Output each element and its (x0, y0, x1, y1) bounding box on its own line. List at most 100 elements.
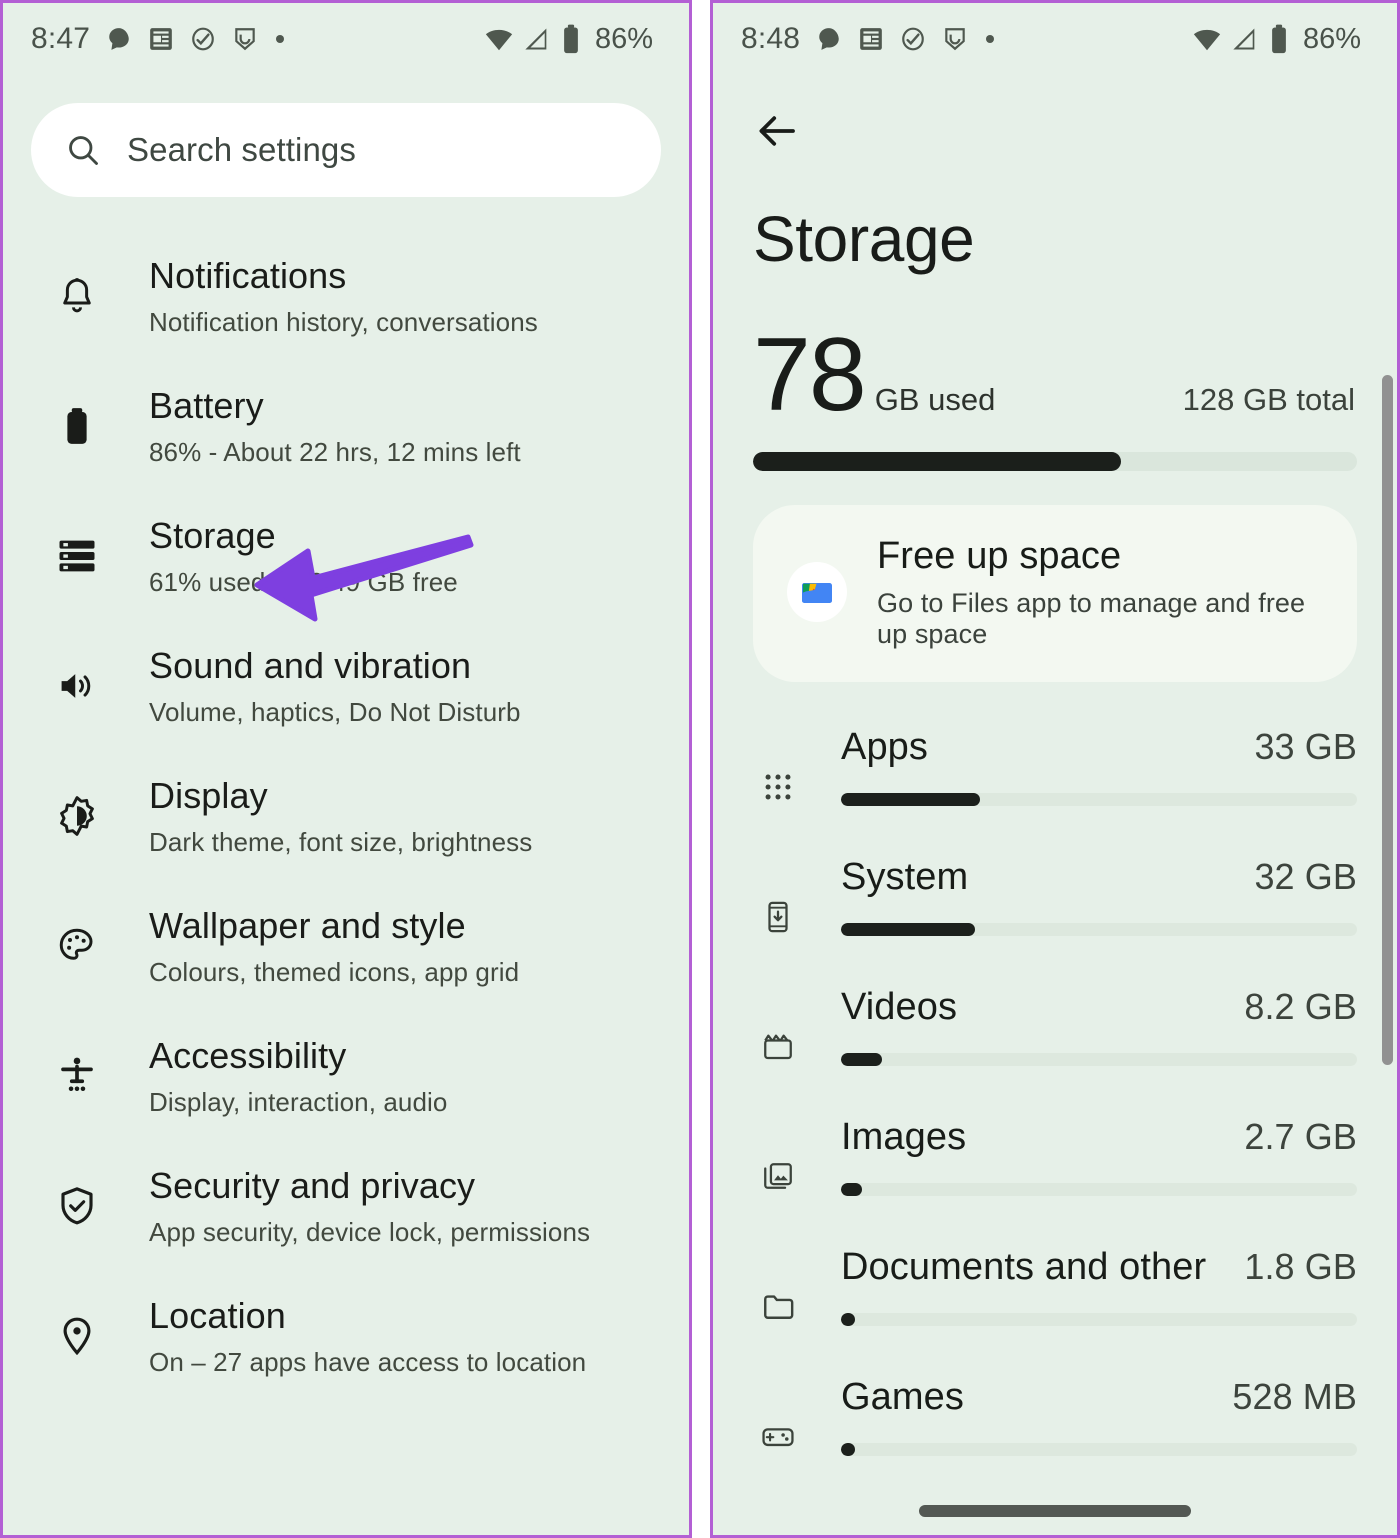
settings-item-text: Battery 86% - About 22 hrs, 12 mins left (149, 383, 521, 469)
wifi-icon (484, 24, 514, 54)
storage-total-label: 128 GB total (1182, 382, 1355, 418)
gamepad-icon (753, 1376, 803, 1454)
settings-item-display[interactable]: Display Dark theme, font size, brightnes… (3, 751, 689, 881)
activity-icon (190, 26, 216, 52)
shield-check-icon (51, 1163, 103, 1227)
storage-category-body: Videos 8.2 GB (841, 986, 1357, 1066)
settings-item-security-and-privacy[interactable]: Security and privacy App security, devic… (3, 1141, 689, 1271)
brightness-icon (51, 773, 103, 837)
storage-category-bar-track (841, 792, 1357, 806)
storage-category-row[interactable]: Videos 8.2 GB (753, 972, 1357, 1102)
free-up-space-card-text: Free up space Go to Files app to manage … (877, 535, 1327, 650)
free-up-space-title: Free up space (877, 535, 1122, 578)
status-bar-time: 8:48 (741, 22, 801, 55)
activity-icon (900, 26, 926, 52)
storage-category-body: Games 528 MB (841, 1376, 1357, 1456)
apps-grid-icon (753, 726, 803, 804)
accessibility-icon (51, 1033, 103, 1097)
storage-category-bar-fill (841, 1442, 855, 1456)
settings-item-sound-and-vibration[interactable]: Sound and vibration Volume, haptics, Do … (3, 621, 689, 751)
settings-item-text: Sound and vibration Volume, haptics, Do … (149, 643, 521, 729)
status-bar-system-icons: 86% (1192, 23, 1361, 56)
status-bar-battery-percent: 86% (594, 22, 653, 55)
storage-category-bar-fill (841, 792, 981, 806)
folder-icon (753, 1246, 803, 1324)
storage-category-size: 33 GB (1254, 725, 1357, 767)
settings-item-subtitle: On – 27 apps have access to location (149, 1347, 587, 1378)
storage-total-bar-track (753, 452, 1357, 472)
shield-badge-icon (232, 26, 258, 52)
settings-item-subtitle: Volume, haptics, Do Not Disturb (149, 697, 521, 728)
storage-category-row[interactable]: Documents and other 1.8 GB (753, 1232, 1357, 1362)
settings-item-title: Notifications (149, 255, 347, 296)
settings-item-text: Storage 61% used – 50.49 GB free (149, 513, 458, 599)
storage-category-body: System 32 GB (841, 856, 1357, 936)
settings-item-notifications[interactable]: Notifications Notification history, conv… (3, 231, 689, 361)
storage-category-row[interactable]: System 32 GB (753, 842, 1357, 972)
bell-icon (51, 253, 103, 317)
page-title: Storage (753, 203, 975, 275)
back-button[interactable] (713, 75, 1397, 160)
storage-usage-summary: 78 GB used 128 GB total (713, 274, 1397, 434)
settings-item-text: Wallpaper and style Colours, themed icon… (149, 903, 519, 989)
storage-category-name: Games (841, 1375, 964, 1418)
wifi-icon (1192, 24, 1222, 54)
dot-icon (274, 33, 286, 45)
storage-category-head: Games 528 MB (841, 1376, 1357, 1419)
battery-icon (560, 24, 582, 54)
storage-used-number: 78 (753, 317, 867, 434)
settings-item-title: Security and privacy (149, 1164, 476, 1206)
storage-category-body: Documents and other 1.8 GB (841, 1246, 1357, 1326)
settings-item-accessibility[interactable]: Accessibility Display, interaction, audi… (3, 1011, 689, 1141)
storage-used-unit: GB used (874, 382, 996, 418)
settings-item-battery[interactable]: Battery 86% - About 22 hrs, 12 mins left (3, 361, 689, 491)
storage-category-bar-track (841, 1182, 1357, 1196)
storage-category-row[interactable]: Images 2.7 GB (753, 1102, 1357, 1232)
storage-category-row[interactable]: Games 528 MB (753, 1362, 1357, 1492)
vertical-scrollbar[interactable] (1382, 375, 1393, 1065)
chat-bubble-icon (106, 26, 132, 52)
free-up-space-card[interactable]: Free up space Go to Files app to manage … (753, 505, 1357, 682)
storage-category-head: Videos 8.2 GB (841, 986, 1357, 1029)
storage-category-bar-track (841, 1442, 1357, 1456)
battery-icon (1268, 24, 1290, 54)
dot-icon (984, 33, 996, 45)
storage-category-name: Apps (841, 725, 929, 768)
palette-icon (51, 903, 103, 967)
status-bar-time: 8:47 (31, 22, 91, 55)
settings-screen-panel: 8:47 86% Search settings Notifications N… (0, 0, 692, 1538)
settings-item-subtitle: 86% - About 22 hrs, 12 mins left (149, 437, 521, 468)
search-placeholder: Search settings (127, 131, 356, 168)
storage-category-size: 1.8 GB (1244, 1245, 1357, 1287)
settings-list: Notifications Notification history, conv… (3, 197, 689, 1401)
storage-category-name: Images (841, 1115, 967, 1158)
settings-item-text: Notifications Notification history, conv… (149, 253, 538, 339)
storage-category-head: Images 2.7 GB (841, 1116, 1357, 1159)
storage-total-bar-fill (753, 452, 1122, 472)
status-bar: 8:47 86% (3, 3, 689, 75)
storage-category-name: Videos (841, 985, 958, 1028)
storage-screen-panel: 8:48 86% Storage 78 GB used 128 GB total… (710, 0, 1400, 1538)
settings-item-subtitle: Dark theme, font size, brightness (149, 827, 533, 858)
settings-item-text: Security and privacy App security, devic… (149, 1163, 590, 1249)
settings-item-wallpaper-and-style[interactable]: Wallpaper and style Colours, themed icon… (3, 881, 689, 1011)
storage-category-bar-track (841, 1052, 1357, 1066)
chat-bubble-icon (816, 26, 842, 52)
settings-item-location[interactable]: Location On – 27 apps have access to loc… (3, 1271, 689, 1401)
screenshot-root: 8:47 86% Search settings Notifications N… (0, 0, 1400, 1538)
settings-item-storage[interactable]: Storage 61% used – 50.49 GB free (3, 491, 689, 621)
storage-category-row[interactable]: Apps 33 GB (753, 712, 1357, 842)
storage-category-size: 8.2 GB (1244, 985, 1357, 1027)
back-arrow-icon (753, 107, 801, 155)
home-indicator[interactable] (919, 1505, 1191, 1517)
files-app-icon (787, 562, 847, 623)
settings-item-text: Accessibility Display, interaction, audi… (149, 1033, 448, 1119)
settings-item-subtitle: Notification history, conversations (149, 307, 538, 338)
system-phone-icon (753, 856, 803, 934)
battery-icon (51, 383, 103, 447)
settings-item-title: Display (149, 774, 268, 816)
search-input[interactable]: Search settings (31, 103, 661, 197)
images-icon (753, 1116, 803, 1194)
storage-category-bar-track (841, 922, 1357, 936)
status-bar-notification-icons (106, 26, 286, 52)
